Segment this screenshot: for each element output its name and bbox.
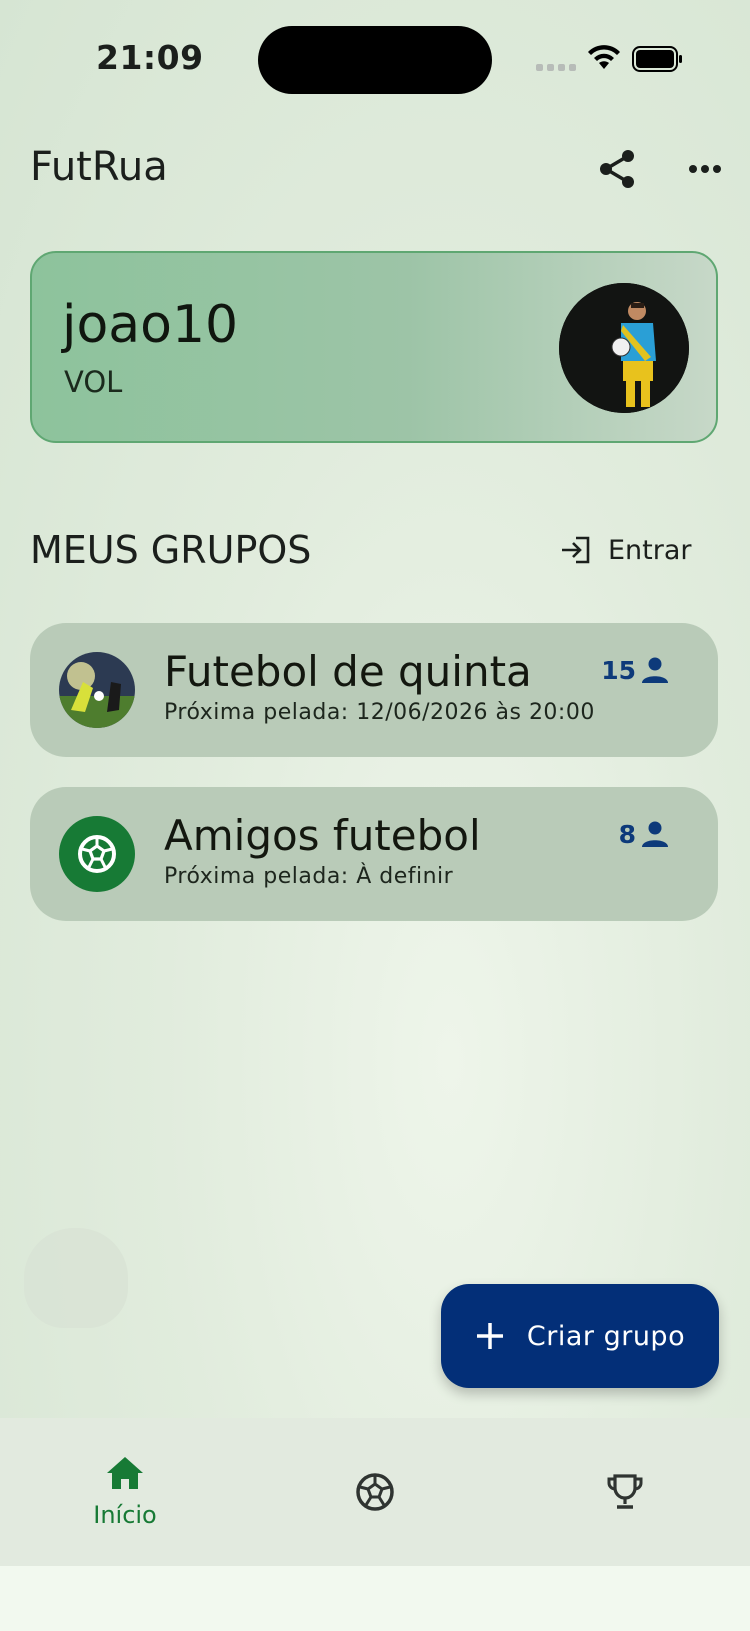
group-card-futebol-de-quinta[interactable]: Futebol de quinta Próxima pelada: 12/06/… (30, 623, 718, 757)
more-options-button[interactable] (680, 144, 730, 194)
soccer-ball-icon (356, 1473, 394, 1511)
group-card-amigos-futebol[interactable]: Amigos futebol Próxima pelada: À definir… (30, 787, 718, 921)
status-time: 21:09 (96, 38, 204, 77)
group-member-count: 15 (601, 655, 670, 685)
football-photo (59, 652, 135, 728)
create-group-button[interactable]: Criar grupo (441, 1284, 719, 1388)
share-icon (600, 150, 634, 188)
nav-item-matches[interactable] (250, 1418, 500, 1566)
cellular-signal-icon (536, 64, 576, 71)
create-group-label: Criar grupo (526, 1320, 686, 1352)
join-group-label: Entrar (608, 534, 692, 566)
app-bar: FutRua (0, 130, 750, 210)
plus-icon (476, 1323, 503, 1349)
person-icon (642, 821, 668, 847)
group-avatar (59, 816, 135, 892)
member-count-value: 15 (601, 655, 636, 685)
trophy-icon (607, 1474, 643, 1509)
status-bar: 21:09 (0, 0, 750, 120)
app-title: FutRua (30, 144, 168, 190)
dynamic-island (258, 26, 492, 94)
profile-avatar (559, 283, 689, 413)
bottom-navigation: Início (0, 1418, 750, 1566)
group-name: Amigos futebol (164, 811, 481, 860)
group-next-match: Próxima pelada: À definir (164, 864, 454, 889)
player-photo (559, 283, 689, 413)
nav-item-ranking[interactable] (500, 1418, 750, 1566)
profile-username: joao10 (62, 295, 239, 355)
wifi-icon (588, 45, 620, 69)
background-blob (24, 1228, 128, 1328)
member-count-value: 8 (618, 819, 636, 849)
group-member-count: 8 (619, 819, 670, 849)
group-name: Futebol de quinta (164, 647, 532, 696)
more-horizontal-icon (689, 165, 721, 173)
nav-item-home[interactable]: Início (0, 1418, 250, 1566)
battery-icon (632, 46, 682, 72)
group-avatar (59, 652, 135, 728)
profile-position: VOL (64, 365, 123, 399)
group-next-match: Próxima pelada: 12/06/2026 às 20:00 (164, 700, 595, 725)
nav-item-home-label: Início (93, 1501, 157, 1529)
join-group-button[interactable]: Entrar (560, 530, 692, 570)
login-icon (562, 536, 590, 564)
soccer-ball-icon (78, 835, 116, 873)
profile-card[interactable]: joao10 VOL (30, 251, 718, 443)
person-icon (642, 657, 668, 683)
groups-section-title: MEUS GRUPOS (30, 528, 312, 572)
share-button[interactable] (592, 144, 642, 194)
home-indicator-area (0, 1566, 750, 1631)
home-icon (107, 1457, 143, 1489)
